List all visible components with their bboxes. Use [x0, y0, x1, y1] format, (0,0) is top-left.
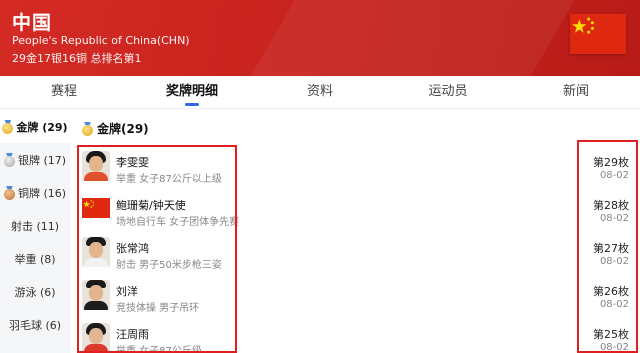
- sidebar-item-label: 游泳 (6): [14, 285, 56, 299]
- sidebar-item-label: 羽毛球 (6): [8, 318, 62, 332]
- sidebar-item-swimming[interactable]: 游泳 (6): [0, 275, 70, 308]
- sidebar-item-label: 铜牌 (16): [17, 186, 67, 200]
- sidebar-item-silver[interactable]: 银牌 (17): [0, 143, 70, 176]
- sidebar-item-weightlifting[interactable]: 举重 (8): [0, 242, 70, 275]
- medal-list-panel: 金牌(29) 李雯雯 举重 女子87公斤以上级 第29枚 08-02 鲍珊菊/钟…: [70, 110, 640, 353]
- highlight-box-ranks: [577, 140, 638, 353]
- silver-medal-icon: [3, 152, 15, 167]
- sidebar-item-label: 金牌 (29): [16, 120, 68, 134]
- section-title-text: 金牌(29): [97, 122, 149, 136]
- medal-summary: 29金17银16铜 总排名第1: [12, 52, 142, 65]
- country-title: 中国: [12, 12, 53, 34]
- tab-schedule[interactable]: 赛程: [0, 76, 128, 108]
- sidebar-item-badminton[interactable]: 羽毛球 (6): [0, 308, 70, 341]
- tab-news[interactable]: 新闻: [512, 76, 640, 108]
- sidebar-item-shooting[interactable]: 射击 (11): [0, 209, 70, 242]
- tab-profile[interactable]: 资料: [256, 76, 384, 108]
- bronze-medal-icon: [3, 185, 15, 200]
- sidebar-item-label: 举重 (8): [14, 252, 56, 266]
- sidebar-item-bronze[interactable]: 铜牌 (16): [0, 176, 70, 209]
- section-title: 金牌(29): [82, 120, 149, 137]
- sidebar-item-gold[interactable]: 金牌 (29): [0, 110, 70, 143]
- sidebar-item-label: 射击 (11): [10, 219, 60, 233]
- sidebar: 金牌 (29) 银牌 (17) 铜牌 (16) 射击 (11) 举重 (8) 游…: [0, 110, 70, 353]
- gold-medal-icon: [2, 119, 14, 134]
- tab-medal-details[interactable]: 奖牌明细: [128, 76, 256, 108]
- gold-medal-icon: [82, 121, 93, 136]
- country-subtitle: People's Republic of China(CHN): [12, 34, 190, 47]
- china-flag-icon: [570, 14, 626, 54]
- highlight-box-athletes: [77, 145, 237, 353]
- tab-bar: 赛程 奖牌明细 资料 运动员 新闻: [0, 76, 640, 109]
- country-header: 中国 People's Republic of China(CHN) 29金17…: [0, 0, 640, 76]
- sidebar-item-label: 银牌 (17): [17, 153, 67, 167]
- tab-athletes[interactable]: 运动员: [384, 76, 512, 108]
